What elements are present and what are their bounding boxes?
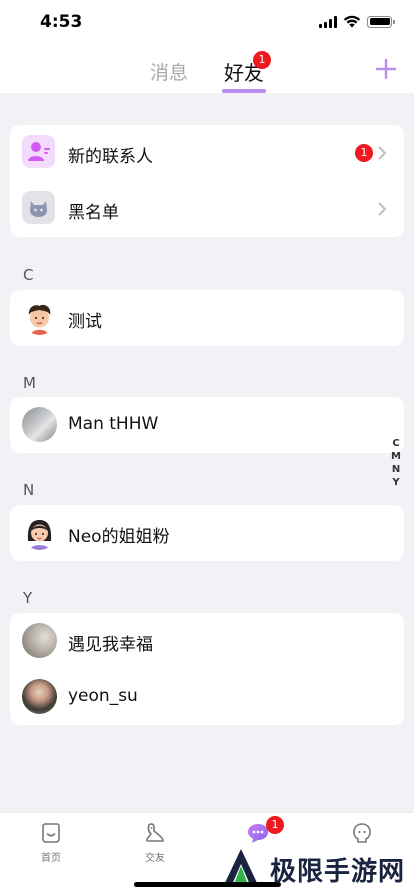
new-contact-icon xyxy=(22,135,55,168)
contact-name: 遇见我幸福 xyxy=(68,635,153,655)
top-header: 4:53 消息 好友 1 xyxy=(0,0,414,93)
wifi-icon xyxy=(343,15,361,28)
chat-tab-badge: 1 xyxy=(266,816,284,834)
contact-row[interactable]: Man tHHW xyxy=(10,397,404,453)
contact-name: yeon_su xyxy=(68,686,138,706)
section-letter: M xyxy=(23,374,36,392)
section-letter: C xyxy=(23,266,34,284)
blacklist-icon xyxy=(22,191,55,224)
status-time: 4:53 xyxy=(40,12,83,32)
function-card: 新的联系人 1 黑名单 xyxy=(10,125,404,237)
chevron-right-icon xyxy=(378,202,386,216)
section-letter: Y xyxy=(23,589,33,607)
tab-home-label: 首页 xyxy=(41,853,61,864)
index-letter[interactable]: N xyxy=(392,463,400,476)
plus-icon xyxy=(375,58,397,80)
blacklist-label: 黑名单 xyxy=(68,203,119,223)
contact-name: 测试 xyxy=(68,312,102,332)
friends-tab-badge: 1 xyxy=(253,51,271,69)
alphabet-index[interactable]: C M N Y xyxy=(390,437,402,489)
tab-dating-label: 交友 xyxy=(145,853,165,864)
cellular-signal-icon xyxy=(319,15,337,28)
contact-name: Man tHHW xyxy=(68,414,159,434)
contact-row[interactable]: 测试 xyxy=(10,290,404,346)
photo-avatar xyxy=(22,407,57,442)
status-bar: 4:53 xyxy=(0,0,414,44)
watermark-text: 极限手游网 xyxy=(270,856,406,887)
tab-home[interactable]: 首页 xyxy=(21,821,81,864)
contact-row[interactable]: Neo的姐姐粉 xyxy=(10,505,404,561)
tab-dating[interactable]: 交友 xyxy=(125,821,185,864)
home-indicator xyxy=(134,882,281,887)
tab-messages[interactable]: 消息 xyxy=(150,58,188,85)
new-contacts-label: 新的联系人 xyxy=(68,147,153,167)
index-letter[interactable]: Y xyxy=(392,476,399,489)
chevron-right-icon xyxy=(378,146,386,160)
contact-card: 遇见我幸福 yeon_su xyxy=(10,613,404,725)
cartoon-girl-avatar xyxy=(22,515,57,550)
index-letter[interactable]: M xyxy=(391,450,401,463)
tab-profile[interactable] xyxy=(332,821,392,849)
contact-name: Neo的姐姐粉 xyxy=(68,527,170,547)
new-contacts-badge: 1 xyxy=(355,144,373,162)
profile-icon xyxy=(353,823,371,843)
contact-row[interactable]: 遇见我幸福 xyxy=(10,613,404,669)
dating-icon xyxy=(146,823,164,842)
cartoon-boy-avatar xyxy=(22,300,57,335)
index-letter[interactable]: C xyxy=(392,437,399,450)
contact-card: 测试 xyxy=(10,290,404,346)
section-letter: N xyxy=(23,481,35,499)
contact-row[interactable]: yeon_su xyxy=(10,669,404,725)
new-contacts-row[interactable]: 新的联系人 1 xyxy=(10,125,404,181)
add-friend-button[interactable] xyxy=(373,56,399,82)
home-icon xyxy=(42,823,60,843)
status-icons xyxy=(319,15,395,28)
photo-avatar xyxy=(22,679,57,714)
active-tab-indicator xyxy=(222,89,266,93)
contact-card: Neo的姐姐粉 xyxy=(10,505,404,561)
photo-avatar xyxy=(22,623,57,658)
battery-icon xyxy=(367,15,395,28)
blacklist-row[interactable]: 黑名单 xyxy=(10,181,404,237)
contact-card: Man tHHW xyxy=(10,397,404,453)
